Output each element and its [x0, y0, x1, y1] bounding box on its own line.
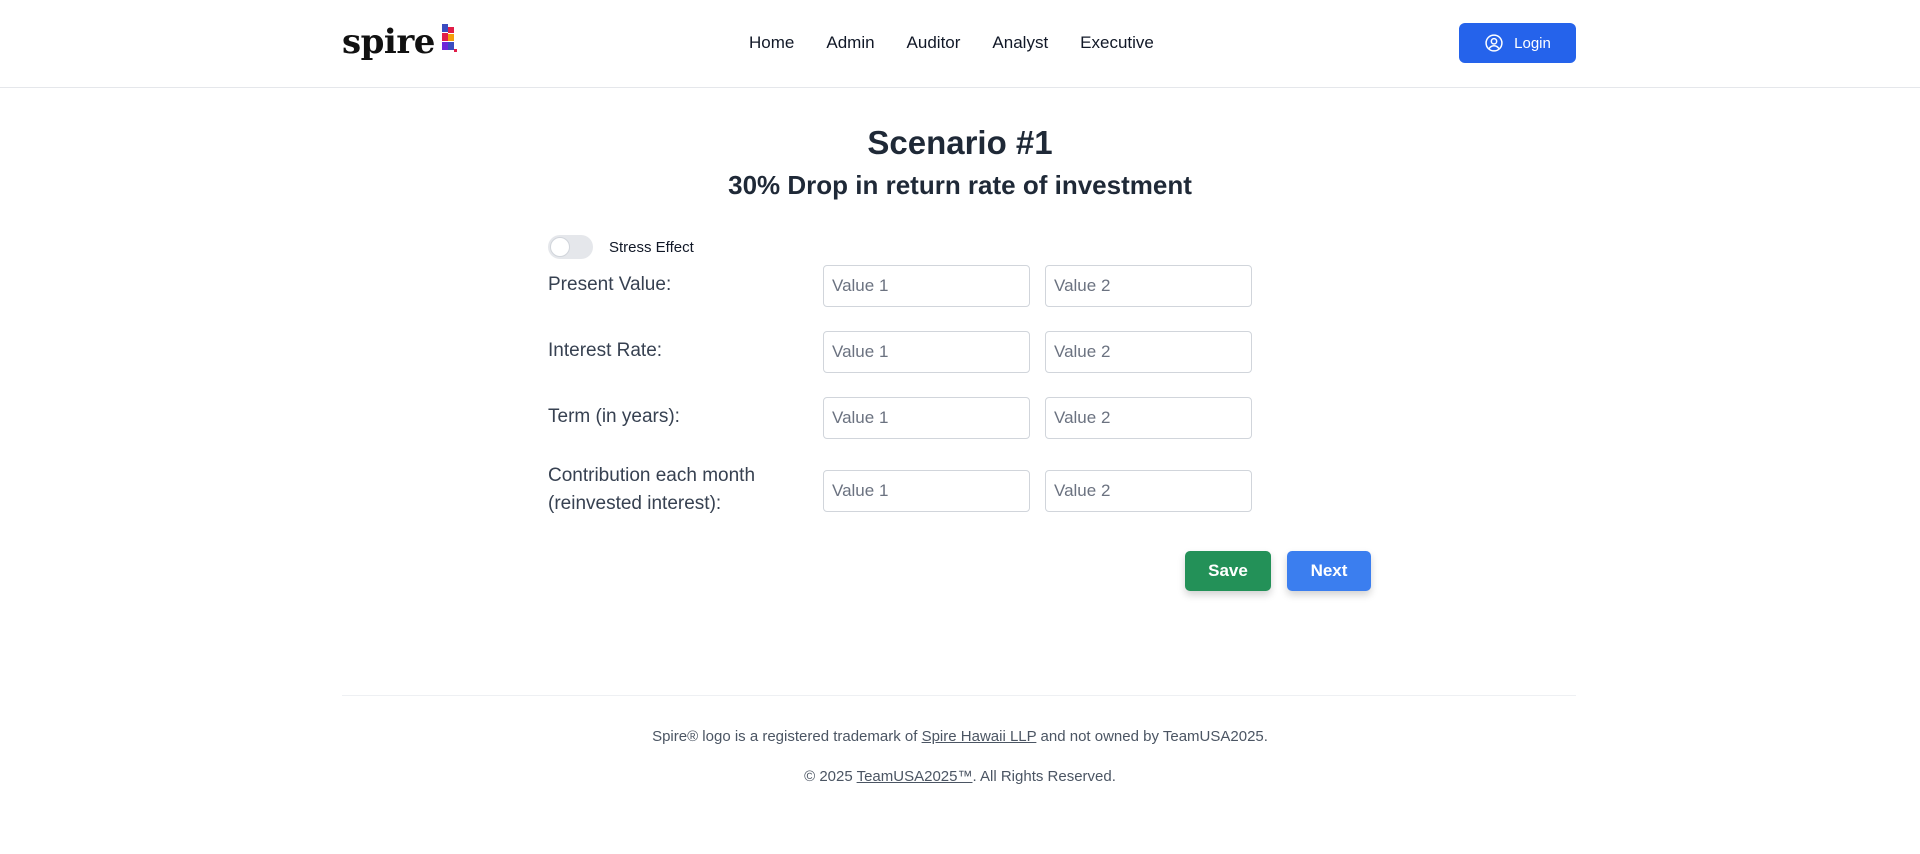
contribution-label-line1: Contribution each month — [548, 465, 756, 486]
footer-divider — [342, 695, 1576, 696]
logo-text: spire — [342, 22, 435, 62]
interest-rate-label: Interest Rate: — [548, 340, 663, 361]
footer-copyright-suffix: . All Rights Reserved. — [972, 768, 1116, 785]
next-button[interactable]: Next — [1287, 551, 1371, 591]
stress-effect-label: Stress Effect — [609, 238, 694, 256]
contribution-label-line2: (reinvested interest): — [548, 493, 722, 514]
logo-mark-icon — [441, 24, 457, 52]
page-subtitle: 30% Drop in return rate of investment — [728, 170, 1192, 200]
top-header: spire Home Admin Auditor Analyst Executi… — [0, 0, 1920, 88]
user-circle-icon — [1485, 34, 1503, 52]
nav-analyst[interactable]: Analyst — [992, 33, 1048, 53]
save-button[interactable]: Save — [1185, 551, 1271, 591]
nav-home[interactable]: Home — [749, 33, 794, 53]
contribution-label: Contribution each month (reinvested inte… — [548, 462, 755, 518]
login-button[interactable]: Login — [1459, 23, 1576, 63]
footer-trademark: Spire® logo is a registered trademark of… — [0, 728, 1920, 745]
present-value-input-2[interactable] — [1045, 265, 1252, 307]
teamusa-link[interactable]: TeamUSA2025™ — [857, 768, 973, 785]
footer-trademark-suffix: and not owned by TeamUSA2025. — [1036, 728, 1268, 745]
stress-effect-toggle[interactable] — [548, 235, 593, 259]
stress-effect-row: Stress Effect — [548, 235, 694, 259]
spire-hawaii-link[interactable]: Spire Hawaii LLP — [922, 728, 1037, 745]
contribution-input-2[interactable] — [1045, 470, 1252, 512]
present-value-input-1[interactable] — [823, 265, 1030, 307]
interest-rate-input-2[interactable] — [1045, 331, 1252, 373]
nav-auditor[interactable]: Auditor — [907, 33, 961, 53]
interest-rate-input-1[interactable] — [823, 331, 1030, 373]
contribution-input-1[interactable] — [823, 470, 1030, 512]
footer-copyright-prefix: © 2025 — [804, 768, 857, 785]
footer-copyright: © 2025 TeamUSA2025™. All Rights Reserved… — [0, 768, 1920, 785]
nav-executive[interactable]: Executive — [1080, 33, 1154, 53]
present-value-label: Present Value: — [548, 274, 672, 295]
toggle-knob — [550, 237, 570, 257]
page-title: Scenario #1 — [867, 124, 1053, 161]
nav-admin[interactable]: Admin — [826, 33, 874, 53]
login-label: Login — [1514, 34, 1551, 52]
term-years-input-2[interactable] — [1045, 397, 1252, 439]
footer-trademark-prefix: Spire® logo is a registered trademark of — [652, 728, 922, 745]
term-years-input-1[interactable] — [823, 397, 1030, 439]
main-nav: Home Admin Auditor Analyst Executive — [749, 0, 1154, 86]
term-years-label: Term (in years): — [548, 406, 680, 427]
spire-logo[interactable]: spire — [342, 22, 457, 62]
